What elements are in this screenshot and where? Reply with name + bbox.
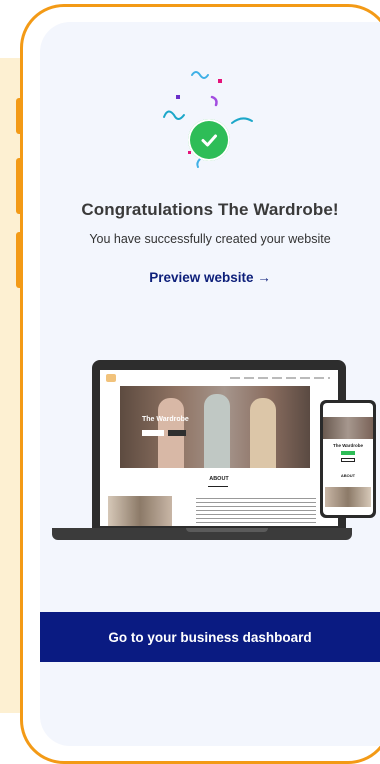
laptop-notch xyxy=(186,528,268,532)
about-image xyxy=(108,496,172,526)
check-circle-icon xyxy=(188,119,230,161)
laptop-screen: The Wardrobe ABOUT xyxy=(92,360,346,528)
mobile-hero-button xyxy=(341,458,355,462)
success-subtitle: You have successfully created your websi… xyxy=(89,232,331,246)
website-preview: The Wardrobe ABOUT xyxy=(100,370,338,526)
about-heading: ABOUT xyxy=(209,476,229,482)
congrats-title: Congratulations The Wardrobe! xyxy=(81,200,339,219)
success-screen: Congratulations The Wardrobe! You have s… xyxy=(40,22,380,746)
about-text xyxy=(196,498,316,526)
hero-figure xyxy=(204,394,230,468)
phone-mockup: The Wardrobe ABOUT xyxy=(320,400,376,518)
mobile-about-heading: ABOUT xyxy=(340,473,356,478)
mobile-hero-image xyxy=(323,417,373,439)
hero-button xyxy=(142,430,164,436)
mobile-about-image xyxy=(325,487,371,507)
mobile-hero-title: The Wardrobe xyxy=(332,443,364,448)
laptop-mockup: The Wardrobe ABOUT xyxy=(52,360,352,546)
site-nav xyxy=(100,370,338,386)
about-underline xyxy=(208,486,228,487)
go-to-dashboard-button[interactable]: Go to your business dashboard xyxy=(40,612,380,662)
mobile-hero-button xyxy=(341,451,355,455)
site-logo xyxy=(106,374,116,382)
preview-website-link[interactable]: Preview website → xyxy=(40,270,380,285)
mobile-preview: The Wardrobe ABOUT xyxy=(323,403,373,515)
hero-button xyxy=(168,430,186,436)
site-hero-image: The Wardrobe xyxy=(120,386,310,468)
hero-figure xyxy=(250,398,276,468)
hero-title: The Wardrobe xyxy=(142,416,189,423)
site-nav-links xyxy=(230,377,330,379)
